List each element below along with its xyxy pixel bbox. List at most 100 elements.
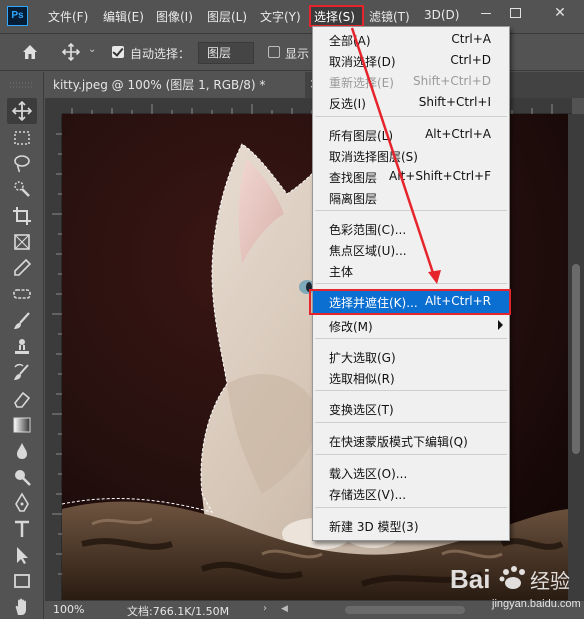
menu-item-label: 在快速蒙版模式下编辑(Q): [329, 435, 468, 449]
menu-item-label: 全部(A): [329, 34, 371, 48]
select-menu-item[interactable]: 载入选区(O)...: [313, 462, 509, 482]
menu-type[interactable]: 文字(Y): [260, 8, 301, 25]
horizontal-scrollbar-thumb[interactable]: [345, 606, 465, 614]
move-icon[interactable]: [11, 100, 33, 122]
select-menu-item[interactable]: 查找图层 Alt+Shift+Ctrl+F: [313, 166, 509, 186]
select-menu-item[interactable]: 主体: [313, 260, 509, 280]
menu-3d[interactable]: 3D(D): [424, 8, 459, 22]
select-menu-item[interactable]: 反选(I) Shift+Ctrl+I: [313, 92, 509, 112]
select-menu-item[interactable]: 所有图层(L) Alt+Ctrl+A: [313, 124, 509, 144]
layer-select-value: 图层: [207, 46, 232, 60]
select-menu-dropdown: 全部(A) Ctrl+A 取消选择(D) Ctrl+D 重新选择(E) Shift+Ctr…: [312, 26, 510, 541]
menu-item-shortcut: Alt+Shift+Ctrl+F: [389, 169, 491, 183]
baidu-paw-logo-icon: Bai 经验: [450, 564, 570, 594]
document-tab[interactable]: kitty.jpeg @ 100% (图层 1, RGB/8) *: [45, 72, 305, 98]
baidu-watermark: Bai 经验 jingyan.baidu.com: [450, 558, 581, 616]
stamp-icon[interactable]: [11, 336, 33, 358]
lasso-icon[interactable]: [11, 152, 33, 174]
select-menu-item[interactable]: 隔离图层: [313, 187, 509, 207]
auto-select-label: 自动选择：: [130, 47, 191, 61]
select-menu-item[interactable]: 存储选区(V)...: [313, 483, 509, 503]
menu-item-label: 焦点区域(U)...: [329, 244, 407, 258]
menu-layer[interactable]: 图层(L): [207, 8, 247, 25]
blur-icon[interactable]: [11, 440, 33, 462]
menu-separator: [315, 422, 507, 423]
path-select-icon[interactable]: [11, 544, 33, 566]
menu-item-label: 取消选择(D): [329, 55, 396, 69]
menu-separator: [315, 454, 507, 455]
marquee-icon[interactable]: [11, 127, 33, 149]
menu-item-shortcut: Ctrl+D: [450, 53, 491, 67]
select-menu-item[interactable]: 全部(A) Ctrl+A: [313, 29, 509, 49]
eraser-icon[interactable]: [11, 388, 33, 410]
menu-image[interactable]: 图像(I): [156, 8, 193, 25]
show-transform-checkbox[interactable]: [268, 46, 280, 58]
healing-icon[interactable]: [11, 283, 33, 305]
scroll-left-icon[interactable]: ◀: [281, 604, 288, 614]
select-menu-item[interactable]: 选取相似(R): [313, 367, 509, 387]
menu-item-label: 反选(I): [329, 97, 366, 111]
menu-item-label: 主体: [329, 265, 354, 279]
menu-file[interactable]: 文件(F): [48, 8, 88, 25]
select-menu-item[interactable]: 焦点区域(U)...: [313, 239, 509, 259]
pen-icon[interactable]: [11, 492, 33, 514]
select-menu-item[interactable]: 修改(M): [313, 315, 509, 335]
menu-separator: [315, 338, 507, 339]
menu-item-shortcut: Ctrl+A: [451, 32, 491, 46]
menu-filter[interactable]: 滤镜(T): [369, 8, 410, 25]
menu-separator: [315, 210, 507, 211]
select-menu-item[interactable]: 取消选择(D) Ctrl+D: [313, 50, 509, 70]
quick-select-icon[interactable]: [11, 178, 33, 200]
panel-grip-icon[interactable]: [8, 80, 36, 90]
auto-select-checkbox[interactable]: [112, 46, 124, 58]
crop-icon[interactable]: [11, 205, 33, 227]
menu-item-label: 新建 3D 模型(3): [329, 520, 419, 534]
select-menu-item[interactable]: 变换选区(T): [313, 398, 509, 418]
submenu-arrow-icon: [498, 320, 503, 330]
type-icon[interactable]: [11, 518, 33, 540]
select-menu-item[interactable]: 新建 3D 模型(3): [313, 515, 509, 535]
svg-text:Bai: Bai: [450, 564, 490, 594]
document-tab-title: kitty.jpeg @ 100% (图层 1, RGB/8) *: [53, 78, 266, 92]
dodge-icon[interactable]: [11, 466, 33, 488]
menu-edit[interactable]: 编辑(E): [103, 8, 144, 25]
move-tool-option-icon[interactable]: [61, 42, 81, 62]
hand-icon[interactable]: [11, 596, 33, 618]
home-icon[interactable]: [20, 42, 40, 62]
history-brush-icon[interactable]: [11, 362, 33, 384]
vertical-scrollbar-thumb[interactable]: [572, 264, 580, 454]
close-icon[interactable]: ✕: [550, 5, 570, 21]
zoom-level[interactable]: 100%: [53, 603, 84, 616]
photoshop-logo-icon: Ps: [7, 6, 28, 26]
brush-icon[interactable]: [11, 310, 33, 332]
vertical-ruler-ticks: [52, 133, 62, 575]
select-menu-item[interactable]: 在快速蒙版模式下编辑(Q): [313, 430, 509, 450]
menu-item-label: 所有图层(L): [329, 129, 394, 143]
select-menu-item[interactable]: 扩大选取(G): [313, 346, 509, 366]
menu-item-label: 取消选择图层(S): [329, 150, 418, 164]
menu-item-shortcut: Shift+Ctrl+D: [413, 74, 491, 88]
menu-separator: [315, 116, 507, 117]
select-menu-item: 重新选择(E) Shift+Ctrl+D: [313, 71, 509, 91]
menu-item-label: 隔离图层: [329, 192, 378, 206]
chevron-down-icon[interactable]: ⌄: [88, 44, 96, 55]
vertical-scrollbar[interactable]: [568, 114, 584, 600]
eyedropper-icon[interactable]: [11, 257, 33, 279]
menu-select[interactable]: 选择(S): [314, 8, 355, 25]
rectangle-icon[interactable]: [11, 570, 33, 592]
menu-separator: [315, 507, 507, 508]
status-menu-arrow-icon[interactable]: ›: [263, 603, 267, 614]
maximize-icon[interactable]: [505, 5, 525, 21]
auto-select-target-dropdown[interactable]: 图层 ⌄: [198, 42, 447, 64]
select-menu-item[interactable]: 色彩范围(C)...: [313, 218, 509, 238]
menu-item-shortcut: Alt+Ctrl+A: [425, 127, 491, 141]
frame-icon[interactable]: [11, 231, 33, 253]
annotation-highlight-box: [309, 289, 511, 315]
svg-text:经验: 经验: [530, 569, 570, 593]
menu-item-shortcut: Shift+Ctrl+I: [418, 95, 491, 109]
minimize-icon[interactable]: [476, 5, 496, 21]
menu-item-label: 存储选区(V)...: [329, 488, 407, 502]
menu-item-label: 重新选择(E): [329, 76, 394, 90]
gradient-icon[interactable]: [11, 414, 33, 436]
select-menu-item[interactable]: 取消选择图层(S): [313, 145, 509, 165]
